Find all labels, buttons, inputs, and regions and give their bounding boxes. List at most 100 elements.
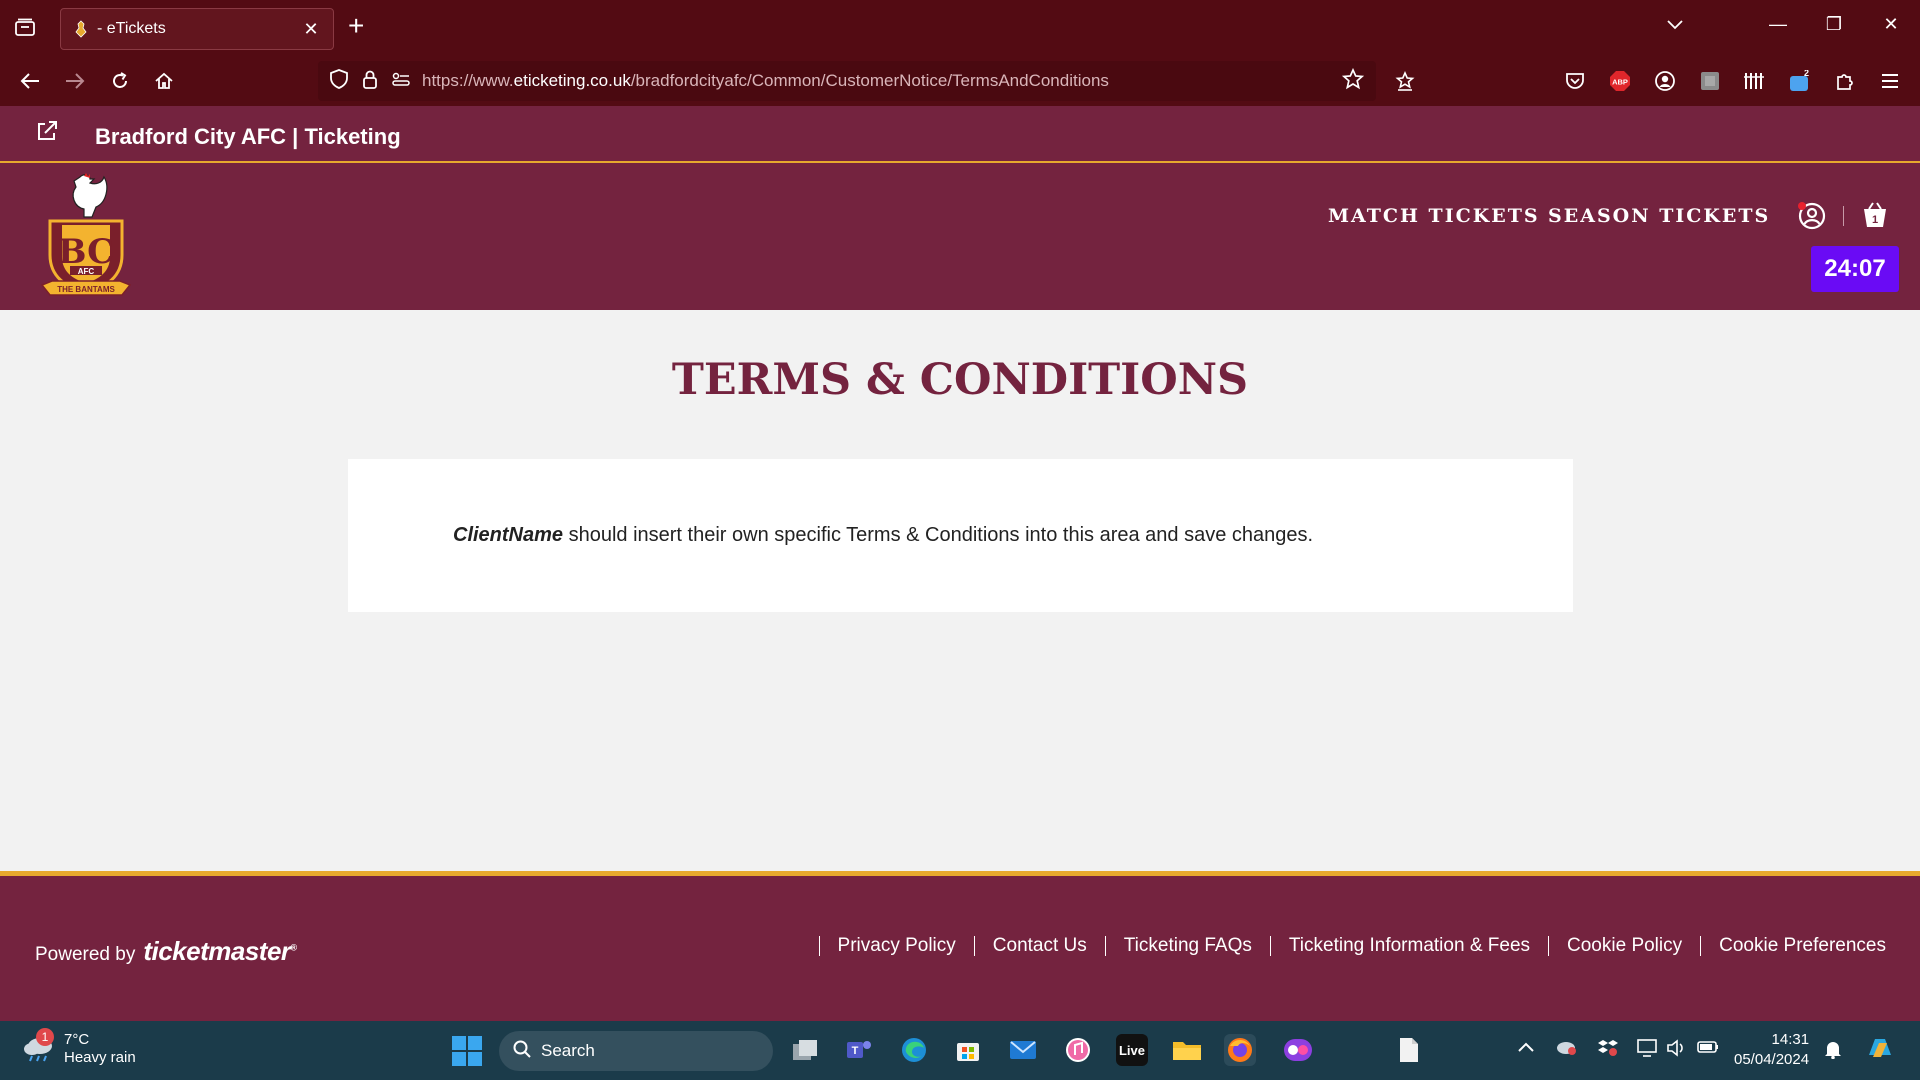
notification-icon[interactable]: 2: [1787, 69, 1811, 93]
session-timer: 24:07: [1811, 246, 1899, 292]
url-domain: eticketing.co.uk: [513, 71, 631, 90]
browser-tab-bar: - eTickets ✕ + — ❐ ✕: [0, 0, 1920, 55]
live-label: Live: [1118, 1042, 1145, 1058]
ticketmaster-mark: ®: [290, 942, 298, 953]
windows-start-icon[interactable]: [452, 1036, 482, 1066]
lock-icon[interactable]: [362, 69, 378, 94]
adblock-icon[interactable]: ABP: [1608, 69, 1632, 93]
powered-by: Powered by ticketmaster®: [35, 936, 297, 967]
club-crest-logo[interactable]: BC AFC THE BANTAMS: [40, 173, 132, 301]
bookmark-star-icon[interactable]: [1341, 67, 1365, 95]
tab-title: - eTickets: [97, 20, 166, 37]
permissions-icon[interactable]: [392, 72, 410, 91]
library-icon[interactable]: [1742, 69, 1766, 93]
shield-icon[interactable]: [330, 68, 348, 94]
search-icon: [513, 1040, 531, 1063]
file-explorer-icon[interactable]: [1171, 1034, 1203, 1066]
site-top-strip: Bradford City AFC | Ticketing: [0, 106, 1920, 163]
crest-banner: THE BANTAMS: [57, 285, 115, 294]
nav-match-tickets[interactable]: MATCH TICKETS: [1328, 205, 1540, 227]
footer-links: Privacy Policy Contact Us Ticketing FAQs…: [801, 936, 1886, 956]
ticketmaster-logo[interactable]: ticketmaster®: [143, 936, 298, 967]
url-path: /bradfordcityafc/Common/CustomerNotice/T…: [630, 71, 1109, 90]
show-hidden-icons[interactable]: [1518, 1039, 1534, 1057]
system-clock[interactable]: 14:31 05/04/2024: [1734, 1030, 1809, 1070]
footer-link-privacy-policy[interactable]: Privacy Policy: [818, 936, 956, 956]
taskbar-search[interactable]: Search: [499, 1031, 773, 1071]
copilot-icon[interactable]: [1865, 1035, 1895, 1066]
extensions-icon[interactable]: [1833, 69, 1857, 93]
notice-text: should insert their own specific Terms &…: [563, 524, 1314, 546]
weather-badge: 1: [36, 1027, 54, 1046]
page-title: TERMS & CONDITIONS: [671, 355, 1249, 405]
weather-temp: 7°C: [64, 1031, 90, 1048]
svg-text:ABP: ABP: [1612, 78, 1628, 87]
terms-card: ClientName should insert their own speci…: [348, 459, 1573, 612]
reading-list-icon[interactable]: [1393, 69, 1417, 93]
nav-season-tickets[interactable]: SEASON TICKETS: [1548, 205, 1770, 227]
menu-icon[interactable]: [1878, 69, 1902, 93]
restore-button[interactable]: ❐: [1819, 14, 1849, 35]
weather-cloud-icon: 1: [22, 1027, 56, 1067]
close-window-button[interactable]: ✕: [1876, 14, 1906, 35]
back-icon[interactable]: [14, 65, 46, 97]
rooster-favicon-icon: [73, 20, 89, 38]
network-icon[interactable]: [1637, 1039, 1657, 1062]
pocket-icon[interactable]: [1563, 69, 1587, 93]
footer-link-ticketing-info-fees[interactable]: Ticketing Information & Fees: [1269, 936, 1530, 956]
store-icon[interactable]: [952, 1034, 984, 1066]
onedrive-icon[interactable]: [1555, 1039, 1577, 1060]
teams-icon[interactable]: T: [843, 1034, 875, 1066]
tab-close-icon[interactable]: ✕: [301, 19, 321, 40]
task-view-icon[interactable]: [789, 1034, 821, 1066]
notification-count: 2: [1804, 70, 1809, 78]
tab-list-icon[interactable]: [10, 14, 40, 40]
weather-widget[interactable]: 1 7°C Heavy rain: [22, 1027, 136, 1067]
weather-desc: Heavy rain: [64, 1049, 136, 1066]
terms-notice: ClientName should insert their own speci…: [453, 524, 1313, 547]
svg-text:T: T: [852, 1045, 859, 1057]
mail-icon[interactable]: [1007, 1034, 1039, 1066]
url-text[interactable]: https://www.eticketing.co.uk/bradfordcit…: [422, 71, 1342, 91]
footer-link-cookie-policy[interactable]: Cookie Policy: [1548, 936, 1682, 956]
basket-count: 1: [1872, 214, 1878, 226]
powered-by-label: Powered by: [35, 944, 136, 965]
clock-date: 05/04/2024: [1734, 1051, 1810, 1068]
external-link-icon[interactable]: [36, 120, 58, 147]
live-icon[interactable]: Live: [1116, 1034, 1148, 1066]
notifications-bell-icon[interactable]: [1824, 1039, 1842, 1064]
account-icon[interactable]: [1653, 69, 1677, 93]
site-header-title: Bradford City AFC | Ticketing: [95, 124, 401, 149]
new-tab-button[interactable]: +: [348, 12, 364, 40]
volume-icon[interactable]: [1666, 1039, 1686, 1062]
minimize-button[interactable]: —: [1763, 14, 1793, 35]
list-all-tabs-icon[interactable]: [1660, 14, 1690, 35]
home-icon[interactable]: [148, 65, 180, 97]
edge-icon[interactable]: [898, 1034, 930, 1066]
clock-time: 14:31: [1771, 1031, 1810, 1048]
url-prefix: https://www.: [422, 71, 514, 90]
app-icon[interactable]: [1282, 1034, 1314, 1066]
firefox-icon[interactable]: [1224, 1034, 1256, 1066]
search-label: Search: [541, 1041, 595, 1060]
dropbox-icon[interactable]: [1598, 1039, 1618, 1062]
browser-tab[interactable]: - eTickets ✕: [60, 8, 334, 50]
browser-nav-bar: https://www.eticketing.co.uk/bradfordcit…: [0, 55, 1920, 106]
battery-icon[interactable]: [1697, 1039, 1719, 1060]
extension-square-icon[interactable]: [1698, 69, 1722, 93]
client-name: ClientName: [453, 524, 564, 546]
crest-afc: AFC: [78, 267, 95, 276]
site-header: BC AFC THE BANTAMS MATCH TICKETS SEASON …: [0, 163, 1920, 310]
itunes-icon[interactable]: [1062, 1034, 1094, 1066]
basket-icon[interactable]: 1: [1862, 201, 1888, 234]
forward-icon[interactable]: [59, 65, 91, 97]
reload-icon[interactable]: [104, 65, 136, 97]
user-account-icon[interactable]: [1798, 202, 1826, 235]
footer-link-contact-us[interactable]: Contact Us: [973, 936, 1087, 956]
file-icon[interactable]: [1393, 1034, 1425, 1066]
footer-link-cookie-preferences[interactable]: Cookie Preferences: [1700, 936, 1886, 956]
header-separator: [1843, 206, 1844, 226]
address-bar[interactable]: https://www.eticketing.co.uk/bradfordcit…: [318, 61, 1376, 101]
footer-link-ticketing-faqs[interactable]: Ticketing FAQs: [1104, 936, 1252, 956]
site-footer: Powered by ticketmaster® Privacy Policy …: [0, 871, 1920, 1021]
